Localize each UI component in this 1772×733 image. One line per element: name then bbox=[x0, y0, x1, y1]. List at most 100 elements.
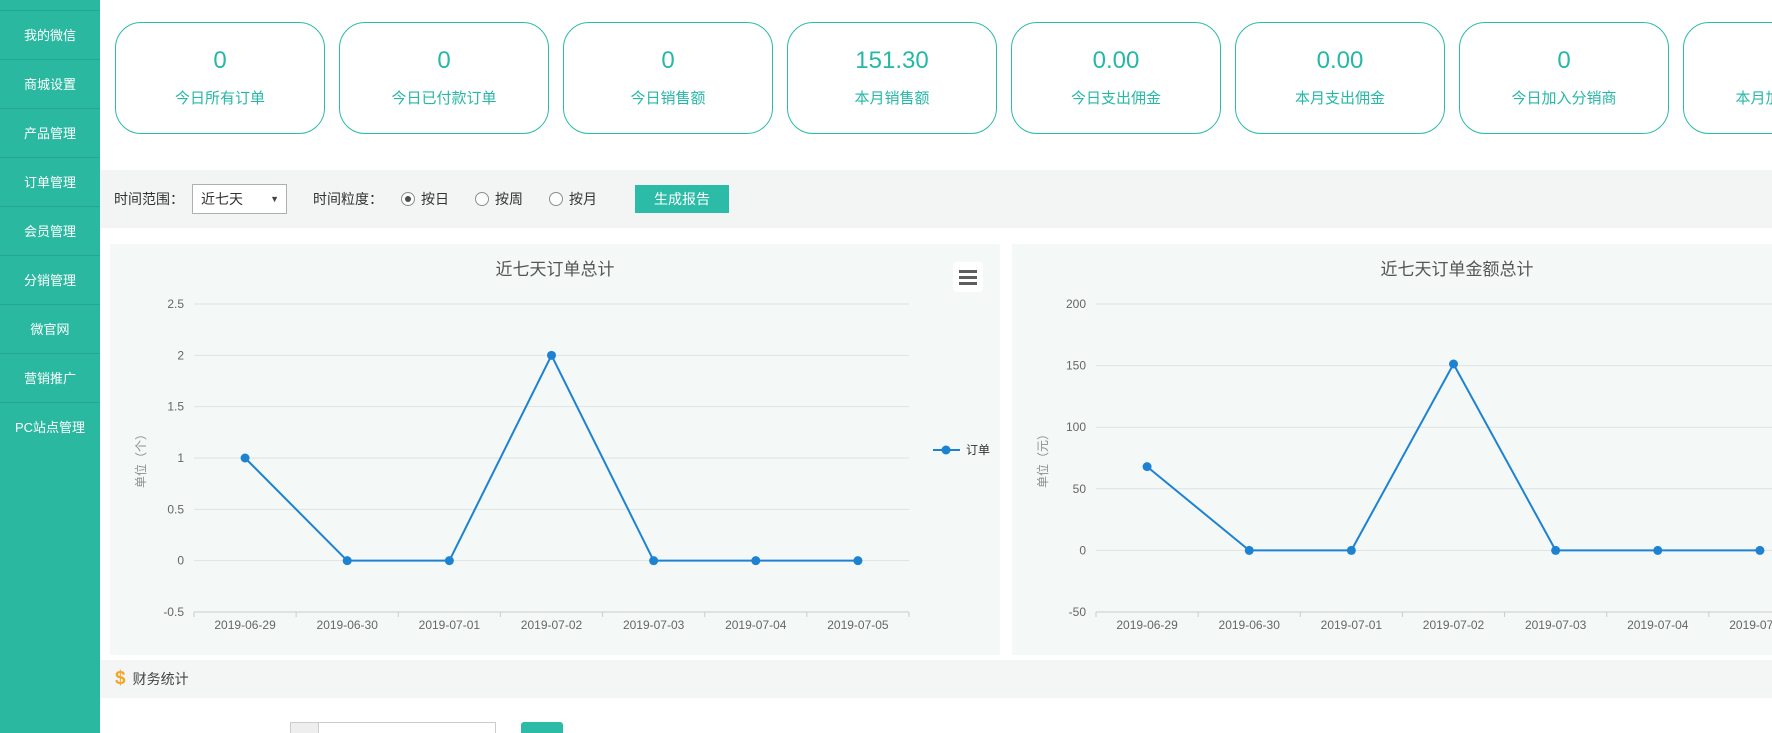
stat-card-3: 0 今日销售额 bbox=[563, 22, 773, 134]
data-point bbox=[1755, 546, 1764, 555]
data-point bbox=[547, 351, 556, 360]
sidebar-item-5[interactable]: 会员管理 bbox=[0, 206, 100, 255]
granularity-radio-group: 按日 按周 按月 bbox=[401, 189, 623, 209]
x-tick-label: 2019-07-01 bbox=[1321, 618, 1383, 632]
time-range-select[interactable]: 近七天 ▼ bbox=[192, 184, 287, 214]
radio-option-3[interactable]: 按月 bbox=[549, 189, 597, 209]
x-tick-label: 2019-06-30 bbox=[317, 618, 379, 632]
data-point bbox=[1449, 359, 1458, 368]
chart-title: 近七天订单金额总计 bbox=[1381, 260, 1534, 279]
radio-label: 按周 bbox=[495, 189, 523, 209]
x-tick-label: 2019-07-03 bbox=[623, 618, 685, 632]
dollar-icon: $ bbox=[115, 668, 126, 690]
radio-option-2[interactable]: 按周 bbox=[475, 189, 523, 209]
data-point bbox=[445, 556, 454, 565]
finance-search-input[interactable] bbox=[318, 722, 496, 733]
chart-title: 近七天订单总计 bbox=[496, 260, 615, 279]
y-tick-label: 200 bbox=[1066, 297, 1086, 311]
finance-section-header: $ 财务统计 bbox=[100, 660, 1772, 698]
stat-value: 0 bbox=[437, 48, 450, 74]
sidebar-item-3[interactable]: 产品管理 bbox=[0, 108, 100, 157]
stat-value: 0 bbox=[661, 48, 674, 74]
chart-menu-icon[interactable] bbox=[953, 262, 983, 292]
x-tick-label: 2019-07-04 bbox=[725, 618, 787, 632]
stat-card-5: 0.00今日支出佣金 bbox=[1011, 22, 1221, 134]
x-tick-label: 2019-07-05 bbox=[827, 618, 889, 632]
y-tick-label: -50 bbox=[1069, 605, 1087, 619]
y-tick-label: 150 bbox=[1066, 359, 1086, 373]
y-tick-label: 0 bbox=[177, 554, 184, 568]
data-point bbox=[1143, 462, 1152, 471]
finance-section-title: 财务统计 bbox=[133, 669, 189, 689]
stat-label: 本月销售额 bbox=[854, 87, 929, 108]
filter-toolbar: 时间范围： 近七天 ▼ 时间粒度： 按日 按周 按月 生成报告 bbox=[100, 170, 1772, 228]
data-point bbox=[1653, 546, 1662, 555]
radio-label: 按月 bbox=[569, 189, 597, 209]
radio-label: 按日 bbox=[421, 189, 449, 209]
radio-icon[interactable] bbox=[549, 192, 563, 206]
series-line bbox=[1147, 364, 1760, 550]
y-axis-label: 单位（元） bbox=[1035, 428, 1050, 488]
radio-icon[interactable] bbox=[475, 192, 489, 206]
stat-label: 今日加入分销商 bbox=[1511, 87, 1616, 108]
data-point bbox=[1347, 546, 1356, 555]
stat-label: 今日所有订单 bbox=[175, 87, 265, 108]
chevron-down-icon: ▼ bbox=[270, 194, 279, 204]
y-axis-label: 单位（个） bbox=[133, 428, 148, 488]
sidebar-item-8[interactable]: 营销推广 bbox=[0, 353, 100, 402]
x-tick-label: 2019-07-02 bbox=[1423, 618, 1485, 632]
y-tick-label: 2.5 bbox=[167, 297, 184, 311]
data-point bbox=[649, 556, 658, 565]
y-tick-label: 2 bbox=[177, 348, 184, 362]
sidebar-item-1[interactable]: 我的微信 bbox=[0, 10, 100, 59]
legend-label: 订单 bbox=[966, 443, 990, 457]
x-tick-label: 2019-07-03 bbox=[1525, 618, 1587, 632]
y-tick-label: 1.5 bbox=[167, 400, 184, 414]
stat-label: 本月加入分销商 bbox=[1735, 87, 1772, 108]
data-point bbox=[751, 556, 760, 565]
sidebar-item-4[interactable]: 订单管理 bbox=[0, 157, 100, 206]
y-tick-label: 0 bbox=[1079, 543, 1086, 557]
data-point bbox=[241, 454, 250, 463]
sidebar-item-7[interactable]: 微官网 bbox=[0, 304, 100, 353]
radio-option-1[interactable]: 按日 bbox=[401, 189, 449, 209]
sidebar-item-6[interactable]: 分销管理 bbox=[0, 255, 100, 304]
stat-value: 0 bbox=[1557, 48, 1570, 74]
x-tick-label: 2019-06-30 bbox=[1219, 618, 1281, 632]
legend-item[interactable]: 订单 bbox=[933, 443, 990, 457]
stat-label: 本月支出佣金 bbox=[1295, 87, 1385, 108]
x-tick-label: 2019-06-29 bbox=[1116, 618, 1178, 632]
granularity-label: 时间粒度： bbox=[313, 189, 383, 209]
time-range-label: 时间范围： bbox=[114, 189, 184, 209]
order-amount-line-chart: 近七天订单金额总计 200 150 100 50 0 -50 2019-06-29 2019-0… bbox=[1012, 244, 1772, 660]
input-addon bbox=[290, 722, 318, 733]
data-point bbox=[343, 556, 352, 565]
stat-label: 今日销售额 bbox=[630, 87, 705, 108]
x-tick-label: 2019-07-01 bbox=[419, 618, 481, 632]
generate-report-button[interactable]: 生成报告 bbox=[635, 185, 729, 213]
data-point bbox=[1245, 546, 1254, 555]
x-tick-label: 2019-07-02 bbox=[521, 618, 583, 632]
stat-value: 0.00 bbox=[1093, 48, 1140, 74]
sidebar-nav: 我的微信商城设置产品管理订单管理会员管理分销管理微官网营销推广PC站点管理 bbox=[0, 0, 100, 451]
y-tick-label: 100 bbox=[1066, 420, 1086, 434]
finance-search-button[interactable] bbox=[521, 722, 563, 733]
data-point bbox=[1551, 546, 1560, 555]
main-content: 0今日所有订单0今日已付款订单0今日销售额151.30本月销售额0.00今日支出… bbox=[100, 0, 1772, 733]
data-point bbox=[853, 556, 862, 565]
order-amount-chart-panel: 近七天订单金额总计 200 150 100 50 0 -50 2019-06-29 2019-0… bbox=[1012, 244, 1772, 655]
stat-card-7: 0 今日加入分销商 bbox=[1459, 22, 1669, 134]
radio-selected-icon[interactable] bbox=[401, 192, 415, 206]
orders-chart-panel: 近七天订单总计2.521.510.50-0.52019-06-292019-06… bbox=[110, 244, 1000, 655]
stat-card-2: 0今日已付款订单 bbox=[339, 22, 549, 134]
y-tick-label: 50 bbox=[1073, 482, 1087, 496]
orders-line-chart: 近七天订单总计2.521.510.50-0.52019-06-292019-06… bbox=[110, 244, 1000, 660]
x-tick-label: 2019-07-04 bbox=[1627, 618, 1689, 632]
finance-search-group bbox=[290, 722, 496, 733]
y-tick-label: -0.5 bbox=[163, 605, 184, 619]
sidebar-item-2[interactable]: 商城设置 bbox=[0, 59, 100, 108]
time-range-selected-value: 近七天 bbox=[201, 189, 243, 209]
y-tick-label: 1 bbox=[177, 451, 184, 465]
x-tick-label: 2019-07-05 bbox=[1729, 618, 1772, 632]
sidebar-item-9[interactable]: PC站点管理 bbox=[0, 402, 100, 451]
